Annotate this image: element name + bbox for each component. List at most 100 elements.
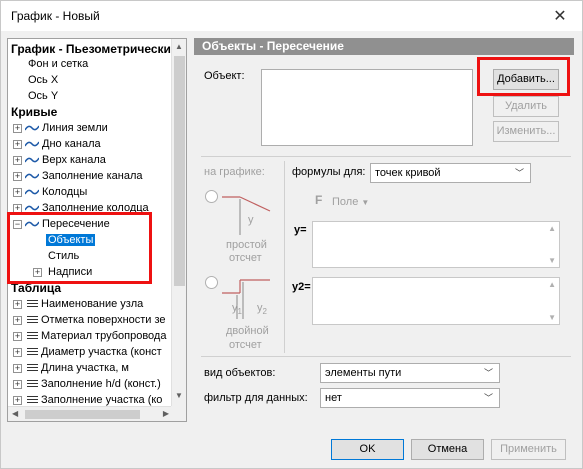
expand-icon[interactable]: + — [13, 124, 22, 133]
expand-icon[interactable]: + — [13, 172, 22, 181]
object-label: Объект: — [204, 70, 245, 82]
tree-item-curve[interactable]: Линия земли — [25, 120, 108, 136]
formula-y2-input[interactable]: ▲ ▼ — [312, 277, 560, 325]
apply-button[interactable]: Применить — [491, 439, 566, 460]
simple-ref-diagram-icon — [222, 196, 271, 235]
scroll-up-icon[interactable]: ▲ — [548, 224, 556, 233]
scroll-up-icon[interactable]: ▲ — [175, 42, 183, 51]
curve-icon — [25, 205, 39, 211]
data-filter-label: фильтр для данных: — [204, 392, 308, 404]
on-graph-label: на графике: — [204, 166, 265, 178]
list-icon — [27, 396, 38, 405]
tree-item-axis-x[interactable]: Ось X — [28, 72, 58, 88]
tree-item-label: Дно канала — [42, 138, 101, 150]
scrollbar-corner — [171, 406, 186, 421]
scrollbar-thumb[interactable] — [174, 56, 185, 286]
tree-item-column[interactable]: Диаметр участка (конст — [27, 344, 162, 360]
y1-label: y1 — [232, 302, 242, 317]
expand-icon[interactable]: + — [13, 140, 22, 149]
formulas-for-dropdown[interactable]: точек кривой ﹀ — [370, 163, 531, 183]
simple-ref-label-line2: отсчет — [229, 252, 262, 264]
tree-item-label: Верх канала — [42, 154, 106, 166]
divider — [201, 156, 571, 157]
scroll-down-icon[interactable]: ▼ — [548, 313, 556, 322]
object-type-label: вид объектов: — [204, 367, 276, 379]
dropdown-value: элементы пути — [325, 367, 402, 379]
field-menu-button[interactable]: Поле ▼ — [332, 196, 369, 208]
tree-item-column[interactable]: Материал трубопровода — [27, 328, 166, 344]
list-icon — [27, 316, 38, 325]
expand-icon[interactable]: + — [13, 316, 22, 325]
object-list[interactable] — [261, 69, 473, 146]
cancel-button[interactable]: Отмена — [411, 439, 484, 460]
list-icon — [27, 332, 38, 341]
tree-item-label: Материал трубопровода — [41, 330, 167, 342]
tree-horizontal-scrollbar[interactable]: ◀ ▶ — [8, 406, 173, 421]
scrollbar-thumb[interactable] — [25, 410, 140, 419]
simple-ref-radio[interactable] — [205, 190, 218, 203]
double-ref-radio[interactable] — [205, 276, 218, 289]
curve-icon — [25, 125, 39, 131]
tree-item-column[interactable]: Заполнение h/d (конст.) — [27, 376, 161, 392]
scroll-right-icon[interactable]: ▶ — [163, 409, 169, 418]
y2-label: y2 — [257, 302, 267, 317]
tree-vertical-scrollbar[interactable]: ▲ ▼ — [171, 39, 186, 406]
tree-item-curve[interactable]: Верх канала — [25, 152, 106, 168]
close-icon[interactable]: ✕ — [550, 6, 570, 26]
title-bar: График - Новый ✕ — [1, 1, 582, 31]
window-title: График - Новый — [11, 9, 100, 23]
expand-icon[interactable]: + — [13, 332, 22, 341]
tree-item-label: Линия земли — [42, 122, 108, 134]
object-type-dropdown[interactable]: элементы пути ﹀ — [320, 363, 500, 383]
tree-item-column[interactable]: Наименование узла — [27, 296, 143, 312]
tree-section-graph[interactable]: График - Пьезометрически — [11, 41, 171, 57]
scroll-down-icon[interactable]: ▼ — [175, 391, 183, 400]
list-icon — [27, 364, 38, 373]
highlight-box-tree — [7, 212, 152, 284]
y-label: y — [248, 214, 254, 226]
tree-item-label: Отметка поверхности зе — [41, 314, 166, 326]
formula-y-label: y= — [294, 224, 307, 236]
tree-item-label: Заполнение h/d (конст.) — [41, 378, 161, 390]
tree-section-curves[interactable]: Кривые — [11, 104, 57, 120]
tree-item-label: Заполнение канала — [42, 170, 143, 182]
curve-icon — [25, 157, 39, 163]
chevron-down-icon: ﹀ — [514, 168, 524, 178]
tree-item-curve[interactable]: Заполнение канала — [25, 168, 143, 184]
chevron-down-icon: ﹀ — [483, 393, 493, 403]
tree-item-background[interactable]: Фон и сетка — [28, 56, 88, 72]
tree-item-curve[interactable]: Колодцы — [25, 184, 87, 200]
dropdown-value: нет — [325, 392, 342, 404]
tree-item-curve[interactable]: Дно канала — [25, 136, 101, 152]
tree-item-label: Диаметр участка (конст — [41, 346, 162, 358]
field-icon: F — [315, 193, 323, 207]
expand-icon[interactable]: + — [13, 396, 22, 405]
scroll-up-icon[interactable]: ▲ — [548, 280, 556, 289]
edit-button[interactable]: Изменить... — [493, 121, 559, 142]
ok-button[interactable]: OK — [331, 439, 404, 460]
dropdown-value: точек кривой — [375, 167, 441, 179]
double-ref-label-line2: отсчет — [229, 339, 262, 351]
expand-icon[interactable]: + — [13, 156, 22, 165]
expand-icon[interactable]: + — [13, 300, 22, 309]
formula-y-input[interactable]: ▲ ▼ — [312, 221, 560, 268]
formula-y2-label: y2= — [292, 281, 311, 293]
tree-item-axis-y[interactable]: Ось Y — [28, 88, 58, 104]
expand-icon[interactable]: + — [13, 188, 22, 197]
data-filter-dropdown[interactable]: нет ﹀ — [320, 388, 500, 408]
expand-icon[interactable]: + — [13, 380, 22, 389]
expand-icon[interactable]: + — [13, 364, 22, 373]
scroll-down-icon[interactable]: ▼ — [548, 256, 556, 265]
expand-icon[interactable]: + — [13, 348, 22, 357]
curve-icon — [25, 173, 39, 179]
scroll-left-icon[interactable]: ◀ — [12, 409, 18, 418]
simple-ref-label-line1: простой — [226, 239, 267, 251]
delete-button[interactable]: Удалить — [493, 96, 559, 117]
list-icon — [27, 380, 38, 389]
list-icon — [27, 300, 38, 309]
caret-down-icon: ▼ — [361, 198, 370, 207]
double-ref-label-line1: двойной — [226, 325, 269, 337]
tree-item-column[interactable]: Отметка поверхности зе — [27, 312, 166, 328]
panel-header: Объекты - Пересечение — [194, 38, 574, 55]
tree-item-column[interactable]: Длина участка, м — [27, 360, 129, 376]
